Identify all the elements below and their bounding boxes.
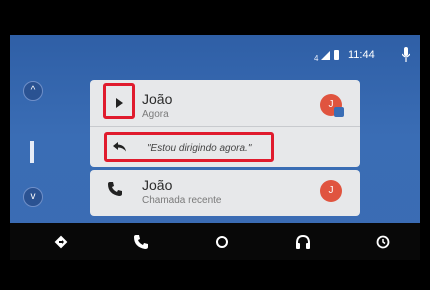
avatar: J xyxy=(320,180,342,202)
message-app-badge-icon xyxy=(334,107,344,117)
scroll-indicator[interactable] xyxy=(30,141,34,163)
navigation-icon xyxy=(54,235,68,249)
contact-name: João xyxy=(142,91,173,107)
phone-button[interactable] xyxy=(130,231,152,253)
quick-reply-text: "Estou dirigindo agora." xyxy=(147,143,252,154)
home-button[interactable] xyxy=(211,231,233,253)
recents-button[interactable] xyxy=(372,231,394,253)
recent-call-card[interactable]: João Chamada recente J xyxy=(90,170,360,216)
recents-icon xyxy=(376,235,390,249)
contact-name: João xyxy=(142,177,173,193)
chevron-down-icon: v xyxy=(30,191,36,202)
clock: 11:44 xyxy=(348,49,375,61)
phone-icon xyxy=(108,182,122,196)
avatar-initial: J xyxy=(328,99,334,110)
scroll-up-button[interactable]: ^ xyxy=(23,81,43,101)
quick-reply-button[interactable]: "Estou dirigindo agora." xyxy=(104,132,274,162)
bottom-navigation-bar xyxy=(10,223,420,260)
message-time: Agora xyxy=(142,109,169,120)
side-scroll-panel: ^ v xyxy=(10,81,55,216)
android-auto-screen: 4 11:44 ^ v João Agora J "Estou dirigind… xyxy=(10,35,420,260)
navigation-button[interactable] xyxy=(50,231,72,253)
scroll-down-button[interactable]: v xyxy=(23,187,43,207)
signal-icon xyxy=(321,51,330,60)
reply-icon xyxy=(113,142,126,152)
play-button[interactable] xyxy=(103,83,135,119)
battery-icon xyxy=(334,50,339,60)
home-icon xyxy=(216,236,228,248)
avatar: J xyxy=(320,94,344,117)
avatar-initial: J xyxy=(328,185,334,196)
card-divider xyxy=(90,126,360,127)
chevron-up-icon: ^ xyxy=(30,85,36,96)
phone-icon xyxy=(134,235,148,249)
status-bar: 4 11:44 xyxy=(220,35,420,75)
play-icon xyxy=(116,98,123,108)
message-notification-card[interactable]: João Agora J "Estou dirigindo agora." xyxy=(90,80,360,167)
call-status: Chamada recente xyxy=(142,195,222,206)
microphone-icon[interactable] xyxy=(402,47,410,63)
signal-indicator: 4 xyxy=(314,54,319,63)
media-button[interactable] xyxy=(292,231,314,253)
headphones-icon xyxy=(296,235,310,249)
